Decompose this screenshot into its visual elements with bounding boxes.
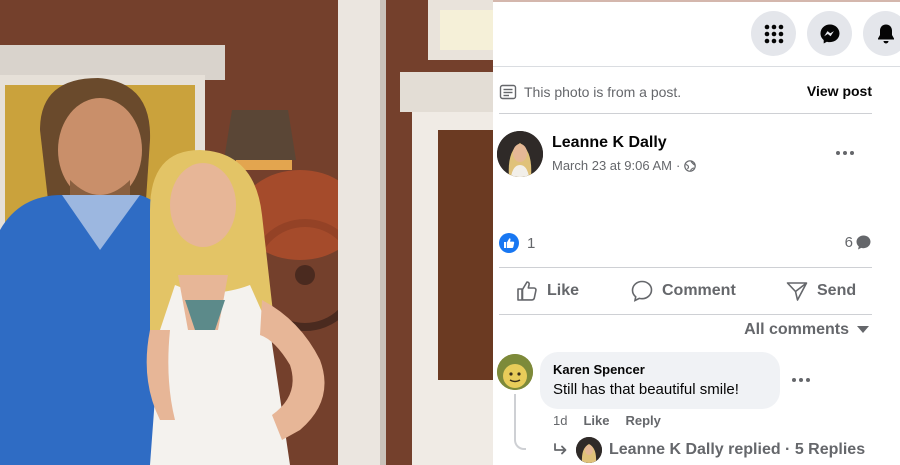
post-photo[interactable] — [0, 0, 493, 465]
commenter-avatar[interactable] — [497, 354, 533, 390]
comment-sort-label: All comments — [744, 321, 849, 338]
comment-age[interactable]: 1d — [553, 413, 567, 428]
commenter-avatar-image — [497, 354, 533, 390]
reaction-summary: 1 6 — [499, 232, 872, 254]
comment-count-value: 6 — [844, 234, 853, 251]
reply-arrow-icon — [554, 443, 567, 455]
comment-button[interactable]: Comment — [630, 271, 736, 311]
notifications-button[interactable] — [863, 11, 900, 56]
messenger-icon — [820, 24, 839, 43]
comment-like-link[interactable]: Like — [583, 413, 609, 428]
more-dot-icon — [843, 151, 847, 155]
comment-text: Still has that beautiful smile! — [553, 381, 739, 398]
like-count[interactable]: 1 — [527, 235, 535, 252]
post-notice: This photo is from a post. View post — [499, 78, 872, 106]
like-icon — [517, 281, 537, 301]
more-dot-icon — [792, 378, 796, 382]
comment-reply-link[interactable]: Reply — [625, 413, 660, 428]
divider — [499, 267, 872, 268]
post-icon — [499, 84, 517, 100]
like-reaction-icon[interactable] — [499, 233, 519, 253]
globe-icon[interactable] — [684, 159, 697, 172]
replies-summary: Leanne K Dally replied · 5 Replies — [609, 441, 866, 458]
comment-more-options-button[interactable] — [786, 370, 816, 390]
menu-button[interactable] — [751, 11, 796, 56]
more-dot-icon — [836, 151, 840, 155]
top-nav-actions — [751, 11, 900, 56]
author-name[interactable]: Leanne K Dally — [552, 134, 667, 152]
more-dot-icon — [850, 151, 854, 155]
like-button-label: Like — [547, 282, 580, 299]
more-dot-icon — [806, 378, 810, 382]
divider — [499, 113, 872, 114]
author-avatar[interactable] — [497, 131, 543, 177]
view-replies-link[interactable]: Leanne K Dally replied · 5 Replies — [553, 436, 865, 464]
more-dot-icon — [799, 378, 803, 382]
top-border — [493, 0, 900, 2]
send-button-label: Send — [817, 282, 857, 299]
reply-thread-line — [514, 394, 526, 450]
post-header: Leanne K Dally March 23 at 9:06 AM · — [497, 131, 877, 179]
post-timestamp-row: March 23 at 9:06 AM · — [552, 158, 697, 173]
post-detail-panel: This photo is from a post. View post Lea… — [493, 0, 900, 465]
messenger-button[interactable] — [807, 11, 852, 56]
view-post-link[interactable]: View post — [807, 83, 872, 99]
comment-meta: 1d Like Reply — [553, 413, 661, 428]
send-icon — [786, 282, 808, 301]
comment-sort-dropdown[interactable]: All comments — [744, 321, 869, 339]
header-divider — [493, 66, 900, 67]
photo-illustration — [0, 0, 493, 465]
post-timestamp[interactable]: March 23 at 9:06 AM — [552, 158, 672, 173]
caret-down-icon — [857, 326, 869, 333]
apps-grid-icon — [764, 24, 783, 43]
notice-text: This photo is from a post. — [524, 84, 682, 100]
post-actions: Like Comment Send — [499, 271, 872, 311]
bell-icon — [877, 24, 894, 43]
commenter-name[interactable]: Karen Spencer — [553, 361, 767, 378]
comment-button-label: Comment — [662, 282, 736, 299]
comment-bubble: Karen Spencer Still has that beautiful s… — [540, 352, 780, 409]
comment-icon — [631, 280, 653, 302]
timestamp-separator: · — [675, 158, 681, 173]
divider — [499, 314, 872, 315]
like-button[interactable]: Like — [515, 271, 579, 311]
thumbs-up-icon — [504, 238, 515, 248]
author-avatar-image — [497, 131, 543, 177]
post-more-options-button[interactable] — [830, 143, 860, 163]
comment-count[interactable]: 6 — [845, 234, 872, 251]
send-button[interactable]: Send — [785, 271, 856, 311]
replier-avatar — [576, 437, 602, 463]
comment-bubble-icon — [856, 235, 871, 250]
replier-avatar-image — [576, 437, 602, 463]
